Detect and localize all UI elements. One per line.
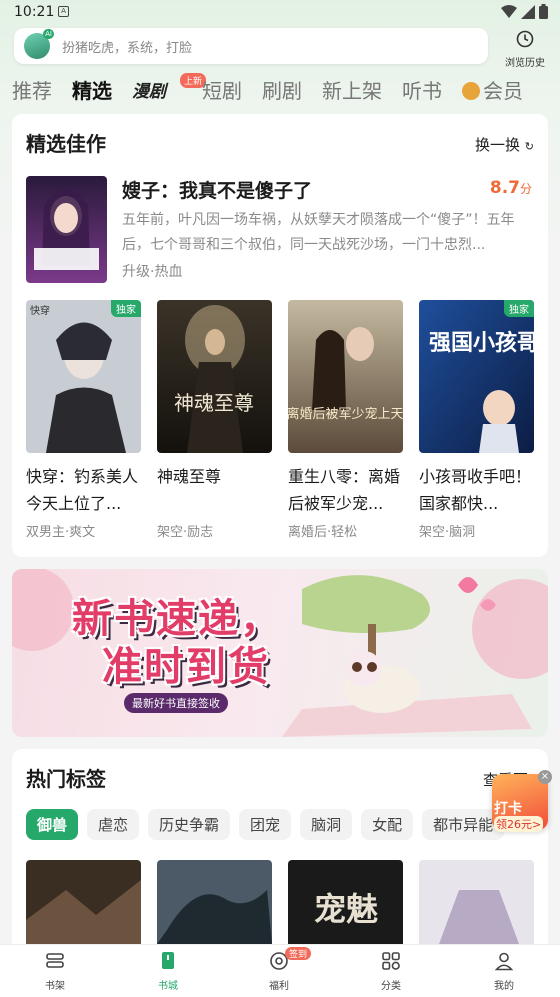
book-title: 小孩哥收手吧！国家都快...	[419, 467, 532, 513]
bottom-nav: 书架 书城 福利 签到 分类 我的	[0, 944, 560, 997]
book-tags: 离婚后·轻松	[288, 525, 358, 540]
tag-book-cover[interactable]	[419, 860, 534, 944]
clock-icon	[516, 30, 534, 48]
nav-category[interactable]: 分类	[361, 951, 421, 992]
close-icon[interactable]: ×	[538, 770, 552, 784]
book-card[interactable]: 离婚后被军少宠上天 重生八零：离婚后被军少宠... 离婚后·轻松	[288, 300, 403, 540]
section-title: 热门标签	[26, 767, 106, 791]
battery-icon	[539, 4, 548, 19]
category-icon	[382, 952, 400, 970]
hero-score-unit: 分	[519, 182, 532, 196]
promo-line2: 领26元>	[494, 816, 544, 832]
featured-section: 精选佳作 换一换 ↻ 嫂子：我真不是傻子了 8.7分 五年前，叶凡因一场车祸，从…	[12, 114, 548, 557]
nav-label: 分类	[381, 981, 401, 992]
profile-icon	[494, 952, 514, 971]
browse-history-label: 浏览历史	[505, 58, 545, 69]
notification-icon: A	[58, 6, 69, 17]
tag-chip[interactable]: 女配	[361, 809, 414, 840]
book-tags: 双男主·爽文	[26, 525, 96, 540]
search-placeholder: 扮猪吃虎，系统，打脸	[62, 40, 193, 56]
cover-text: 离婚后被军少宠上天	[288, 406, 403, 422]
channel-tabs: 推荐 精选 漫剧 上新 短剧 刷剧 新上架 听书 会员	[12, 72, 543, 106]
banner-title: 新书速递， 准时到货	[72, 595, 282, 691]
tag-book-cover[interactable]	[157, 860, 272, 944]
refresh-button[interactable]: 换一换 ↻	[475, 134, 534, 155]
banner-title-line1: 新书速递，	[72, 596, 282, 642]
cover-text: 神魂至尊	[174, 391, 254, 415]
section-title: 精选佳作	[26, 132, 106, 156]
tab-short-drama[interactable]: 短剧	[202, 75, 242, 104]
bookstore-icon	[162, 952, 174, 969]
book-cover: 神魂至尊	[157, 300, 272, 453]
tab-recommend[interactable]: 推荐	[12, 75, 52, 104]
tag-chip[interactable]: 历史争霸	[148, 809, 231, 840]
tab-vip[interactable]: 会员	[462, 75, 523, 104]
book-cover: 强国小孩哥 独家	[419, 300, 534, 453]
hero-book-tags: 升级·热血	[122, 264, 183, 280]
tag-book-cover[interactable]: 宠魅	[288, 860, 403, 944]
tag-book-cover[interactable]	[26, 860, 141, 944]
book-card[interactable]: 强国小孩哥 独家 小孩哥收手吧！国家都快... 架空·脑洞	[419, 300, 534, 540]
tab-manju-label: 漫剧	[132, 81, 166, 102]
promo-line1: 打卡	[494, 801, 522, 817]
tag-list: 御兽 虐恋 历史争霸 团宠 脑洞 女配 都市异能	[26, 809, 505, 840]
thumb-cover-text: 宠魅	[314, 890, 378, 928]
refresh-label: 换一换	[474, 136, 520, 154]
tab-binge[interactable]: 刷剧	[262, 75, 302, 104]
hero-book-desc: 五年前，叶凡因一场车祸，从妖孽天才陨落成一个“傻子”！五年后，七个哥哥和三个叔伯…	[122, 212, 515, 253]
tab-new-releases[interactable]: 新上架	[322, 75, 382, 104]
nav-label: 我的	[494, 981, 514, 992]
banner-title-line2: 准时到货	[102, 644, 270, 690]
book-tags: 架空·脑洞	[419, 525, 476, 540]
promo-banner[interactable]: 新书速递， 准时到货 最新好书直接签收	[12, 569, 548, 737]
nav-bookstore[interactable]: 书城	[138, 951, 198, 992]
tab-manju[interactable]: 漫剧 上新	[132, 72, 207, 102]
tab-audiobooks[interactable]: 听书	[402, 75, 442, 104]
book-title: 神魂至尊	[157, 467, 222, 486]
hero-book-cover[interactable]	[26, 176, 107, 283]
tag-chip[interactable]: 御兽	[26, 809, 79, 840]
exclusive-badge: 独家	[111, 300, 141, 317]
book-title: 重生八零：离婚后被军少宠...	[288, 467, 401, 513]
refresh-icon: ↻	[524, 140, 534, 153]
nav-label: 福利	[269, 981, 289, 992]
nav-profile[interactable]: 我的	[474, 951, 534, 992]
book-title: 快穿：钓系美人今天上位了...	[26, 467, 139, 513]
status-bar: 10:21 A	[0, 0, 560, 26]
exclusive-badge: 独家	[504, 300, 534, 317]
nav-label: 书城	[158, 981, 178, 992]
shelf-icon	[46, 953, 64, 968]
signal-icon	[521, 4, 535, 19]
status-time: 10:21	[14, 4, 55, 20]
hero-book-score: 8.7分	[490, 178, 532, 198]
ai-avatar-icon[interactable]: AI	[24, 29, 54, 59]
hero-score-value: 8.7	[489, 178, 520, 198]
checkin-badge: 签到	[285, 947, 312, 960]
book-cover: 离婚后被军少宠上天	[288, 300, 403, 453]
book-card[interactable]: 神魂至尊 神魂至尊 架空·励志	[157, 300, 272, 540]
tag-chip[interactable]: 团宠	[239, 809, 292, 840]
vip-icon	[462, 81, 480, 100]
browse-history-button[interactable]: 浏览历史	[500, 30, 550, 69]
search-bar[interactable]: AI 扮猪吃虎，系统，打脸	[14, 28, 488, 64]
tab-vip-label: 会员	[483, 78, 523, 103]
tab-featured[interactable]: 精选	[72, 75, 112, 104]
wifi-icon	[501, 4, 517, 18]
book-tags: 架空·励志	[157, 525, 214, 540]
cover-text: 强国小孩哥	[429, 330, 534, 356]
tag-chip[interactable]: 虐恋	[87, 809, 140, 840]
nav-welfare[interactable]: 福利 签到	[249, 947, 312, 992]
cover-text: 快穿	[30, 304, 50, 317]
nav-label: 书架	[45, 981, 65, 992]
nav-bookshelf[interactable]: 书架	[25, 951, 85, 992]
tag-chip[interactable]: 脑洞	[300, 809, 353, 840]
banner-subtitle: 最新好书直接签收	[124, 693, 228, 713]
book-cover: 快穿 独家	[26, 300, 141, 453]
checkin-promo[interactable]: 打卡 领26元> ×	[490, 770, 552, 836]
hero-book-title[interactable]: 嫂子：我真不是傻子了	[122, 176, 312, 203]
book-card[interactable]: 快穿 独家 快穿：钓系美人今天上位了... 双男主·爽文	[26, 300, 141, 540]
